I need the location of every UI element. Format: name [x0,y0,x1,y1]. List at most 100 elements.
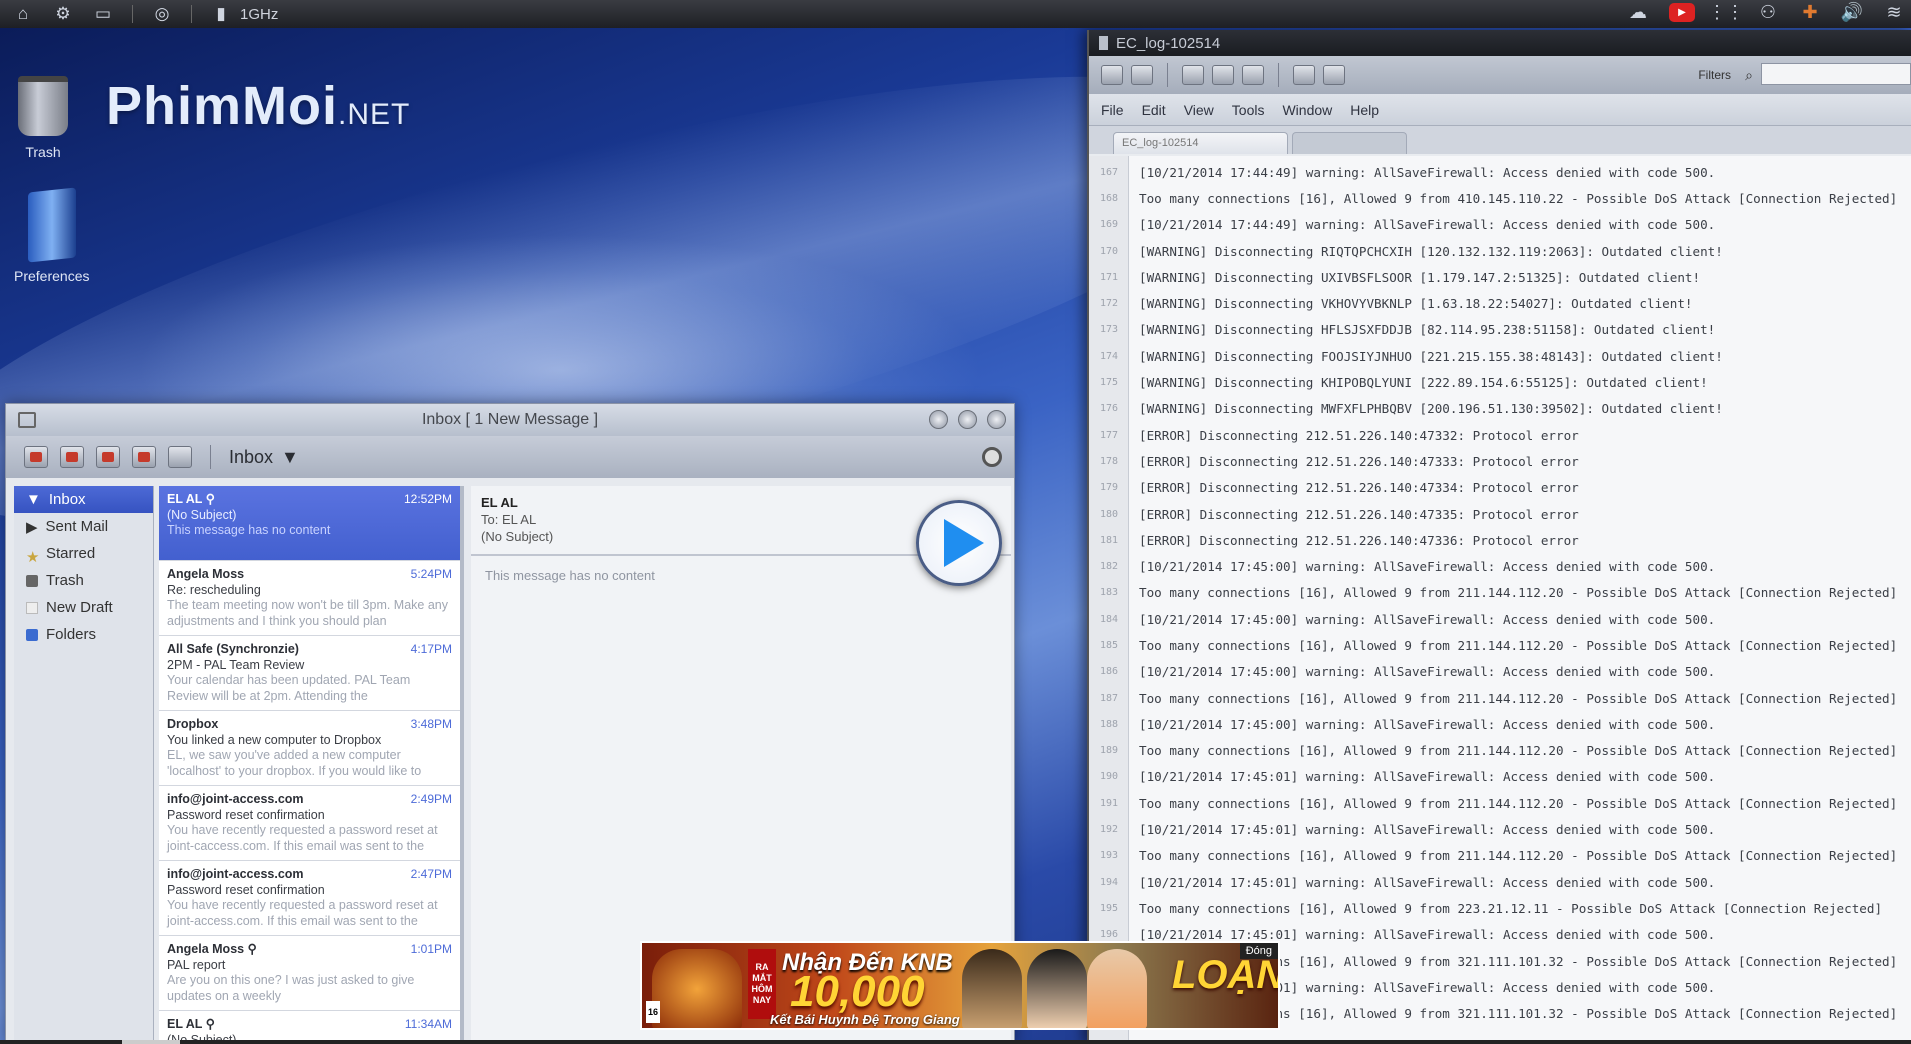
list-item[interactable]: Angela Moss 5:24PM Re: rescheduling The … [159,561,460,636]
sidebar-item-new-draft[interactable]: New Draft [14,594,153,621]
wifi-icon[interactable]: ≋ [1883,2,1905,22]
chevron-down-icon: ▼ [281,446,299,467]
folder-label: Inbox [48,491,86,508]
window-restore-icon[interactable] [18,412,36,428]
list-item[interactable]: Angela Moss ⚲ 1:01PM PAL report Are you … [159,936,460,1011]
scroll-thumb[interactable] [122,1040,180,1044]
log-line: 185 Too many connections [16], Allowed 9 … [1089,632,1911,658]
apps-grid-icon[interactable]: ⋮⋮ [1708,2,1744,22]
indent-button[interactable] [1293,65,1315,85]
tab-log-file[interactable]: EC_log-102514 [1113,132,1288,154]
log-line-text: [10/21/2014 17:44:49] warning: AllSaveFi… [1139,217,1716,233]
menu-view[interactable]: View [1184,102,1214,118]
mail-titlebar[interactable]: Inbox [ 1 New Message ] [6,404,1014,436]
users-icon[interactable]: ⚇ [1757,2,1779,22]
toolbar-separator [1278,63,1279,87]
outdent-button[interactable] [1323,65,1345,85]
settings-icon[interactable] [982,447,1002,467]
line-number: 177 [1099,429,1119,441]
log-line: 193 Too many connections [16], Allowed 9 … [1089,843,1911,869]
list-item[interactable]: All Safe (Synchronzie) 4:17PM 2PM - PAL … [159,636,460,711]
log-line: 183 Too many connections [16], Allowed 9 … [1089,580,1911,606]
list-item[interactable]: info@joint-access.com 2:49PM Password re… [159,786,460,861]
line-number: 191 [1099,797,1119,809]
document-icon [1099,36,1108,50]
log-line: 170 [WARNING] Disconnecting RIQTQPCHCXIH … [1089,238,1911,264]
list-item[interactable]: EL AL ⚲ 12:52PM (No Subject) This messag… [159,486,460,561]
message-time: 5:24PM [410,567,452,581]
menu-tools[interactable]: Tools [1232,102,1265,118]
menu-help[interactable]: Help [1350,102,1379,118]
log-line: 178 [ERROR] Disconnecting 212.51.226.140:… [1089,448,1911,474]
ad-close-button[interactable]: Đóng [1239,943,1278,959]
menu-edit[interactable]: Edit [1142,102,1166,118]
desktop-icon-label: Trash [25,144,61,160]
cloud-icon[interactable]: ☁ [1627,2,1649,22]
top-panel: ⌂ ⚙ ▭ ◎ ▮ 1GHz ☁ ▶ ⋮⋮ ⚇ ✚ 🔊 ≋ [0,0,1911,28]
play-icon [944,519,984,567]
print-button[interactable] [168,446,192,468]
line-number: 193 [1099,850,1119,862]
search-input[interactable] [1761,63,1911,85]
sidebar-item-starred[interactable]: ★ Starred [14,540,153,567]
log-content: 167 [10/21/2014 17:44:49] warning: AllSav… [1089,156,1911,1044]
copy-button[interactable] [1242,65,1264,85]
ad-banner[interactable]: 16 RA MẮT HÔM NAY Nhận Đến KNB 10,000 Kế… [640,941,1280,1030]
triangle-right-icon: ▶ [26,518,38,536]
compose-button[interactable] [60,446,84,468]
list-item[interactable]: Dropbox 3:48PM You linked a new computer… [159,711,460,786]
sidebar-item-inbox[interactable]: ▼ Inbox [14,486,153,513]
line-number: 183 [1099,587,1119,599]
menu-file[interactable]: File [1101,102,1124,118]
print-button[interactable] [1212,65,1234,85]
age-rating-badge: 16 [646,1001,660,1023]
folder-label: Sent Mail [45,518,109,535]
volume-icon[interactable]: 🔊 [1841,2,1863,22]
trash-icon [26,574,38,587]
terminal-icon[interactable]: ▭ [92,4,114,24]
message-sender: info@joint-access.com [167,792,304,806]
sidebar-item-trash[interactable]: Trash [14,567,153,594]
search-icon[interactable]: ⌕ [1745,67,1753,84]
home-icon[interactable]: ⌂ [12,4,34,24]
youtube-icon[interactable]: ▶ [1669,2,1695,22]
folder-label: Folders [46,626,97,643]
panel-separator [132,5,133,23]
desktop-icon-trash[interactable]: Trash [18,76,68,160]
log-line: 182 [10/21/2014 17:45:00] warning: AllSav… [1089,553,1911,579]
tab-secondary[interactable] [1292,132,1407,154]
puzzle-icon[interactable]: ✚ [1799,2,1821,22]
line-number: 182 [1099,561,1119,573]
mailbox-dropdown[interactable]: Inbox ▼ [229,447,299,468]
close-button[interactable] [987,410,1006,429]
open-folder-button[interactable] [1182,65,1204,85]
forward-button[interactable] [132,446,156,468]
reply-all-button[interactable] [96,446,120,468]
video-play-button[interactable] [916,500,1002,586]
message-preview: This message has no content [167,523,331,537]
maximize-button[interactable] [958,410,977,429]
desktop-icon-preferences[interactable]: Preferences [14,187,89,284]
log-line-text: [10/21/2014 17:44:49] warning: AllSaveFi… [1139,164,1716,180]
log-line-text: [ERROR] Disconnecting 212.51.226.140:473… [1139,480,1579,496]
line-number: 172 [1099,298,1119,310]
network-icon[interactable]: ⚙ [52,4,74,24]
message-preview: The team meeting now won't be till 3pm. … [167,598,448,628]
get-mail-button[interactable] [24,446,48,468]
log-titlebar[interactable]: EC_log-102514 [1089,30,1911,56]
folder-label: Starred [46,545,96,562]
list-item[interactable]: info@joint-access.com 2:47PM Password re… [159,861,460,936]
save-button[interactable] [1131,65,1153,85]
log-menubar: File Edit View Tools Window Help [1089,94,1911,126]
log-line: 189 Too many connections [16], Allowed 9 … [1089,738,1911,764]
monitor-icon[interactable]: ◎ [151,4,173,24]
folder-label: New Draft [46,599,113,616]
log-line: 173 [WARNING] Disconnecting HFLSJSXFDDJB … [1089,317,1911,343]
message-subject: PAL report [167,957,226,972]
sidebar-item-sent-mail[interactable]: ▶ Sent Mail [14,513,153,540]
new-file-button[interactable] [1101,65,1123,85]
menu-window[interactable]: Window [1282,102,1332,118]
log-line-text: [WARNING] Disconnecting HFLSJSXFDDJB [82… [1139,322,1716,338]
sidebar-item-folders[interactable]: Folders [14,621,153,648]
minimize-button[interactable] [929,410,948,429]
